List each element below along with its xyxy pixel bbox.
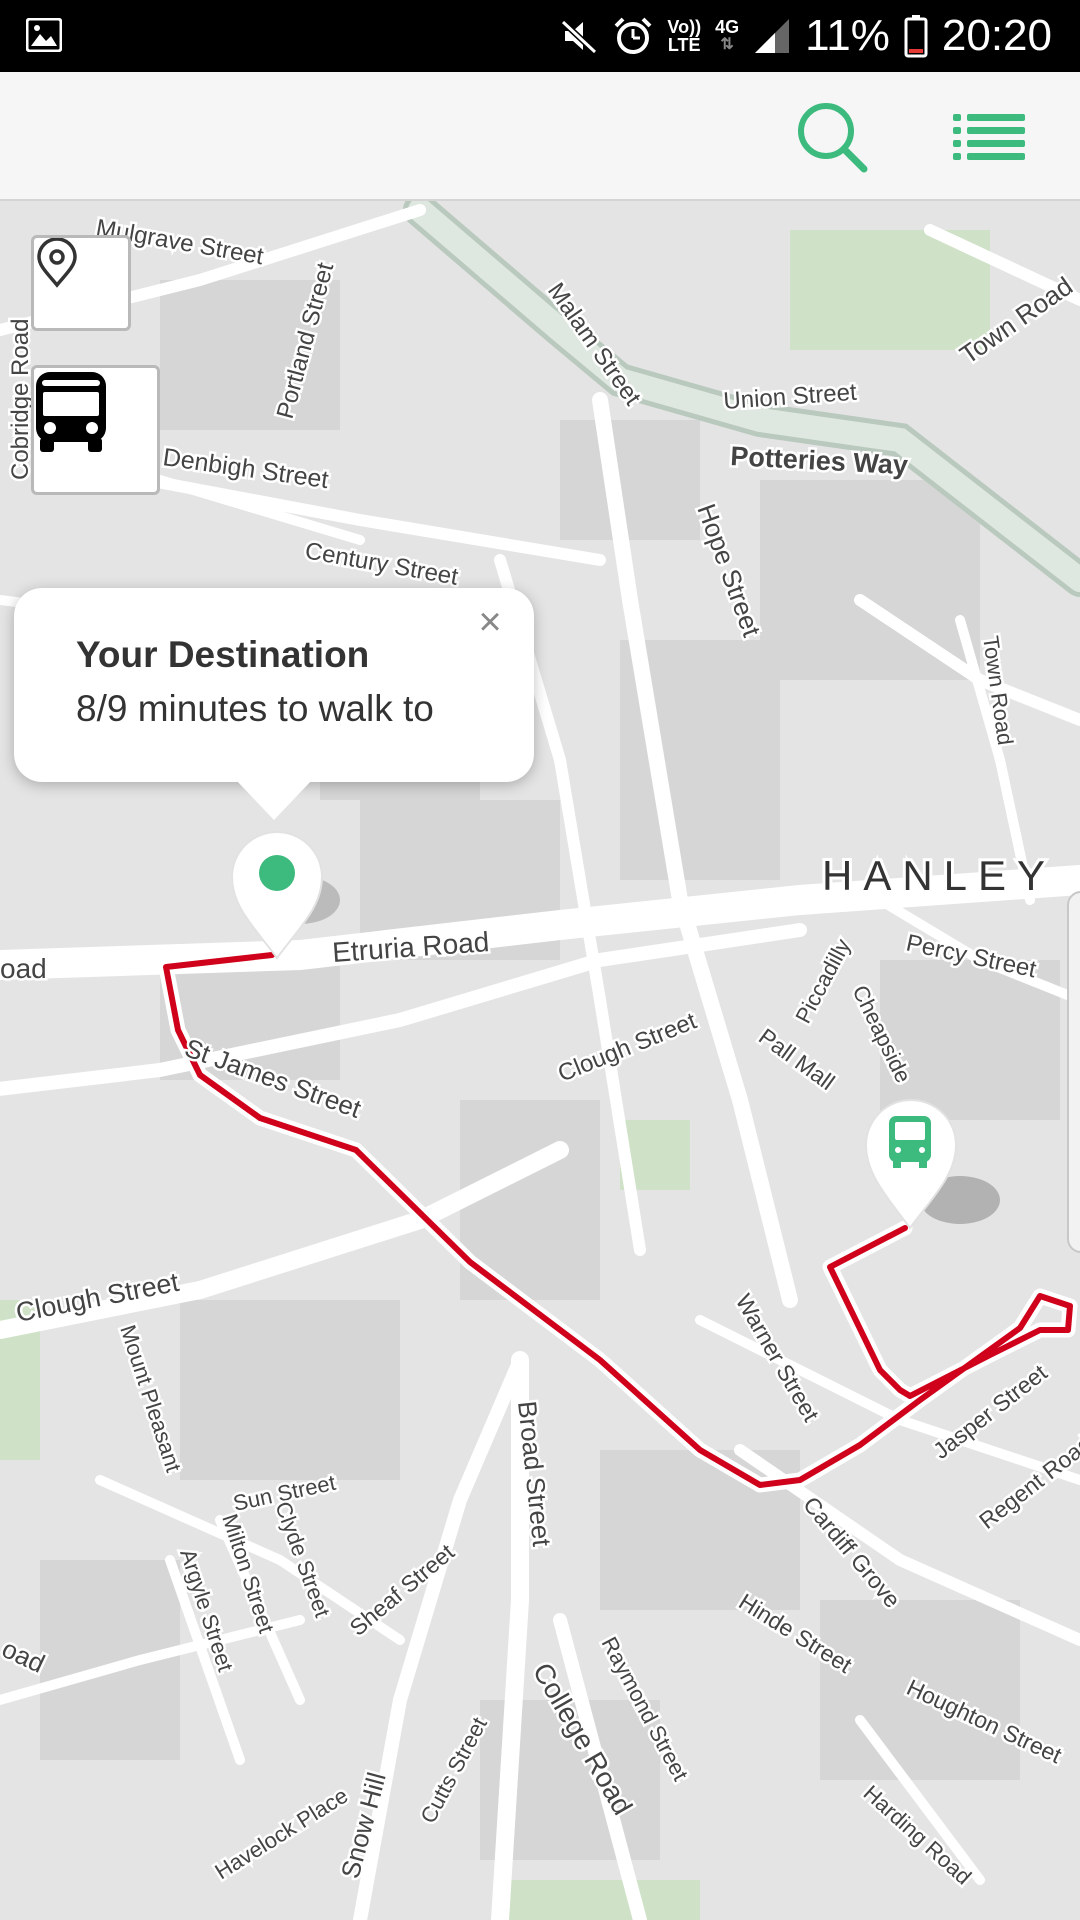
street-label: Etruria Road bbox=[331, 926, 490, 968]
street-label: oad bbox=[0, 953, 47, 984]
signal-icon bbox=[755, 19, 790, 53]
street-label: Pall Mall bbox=[754, 1023, 840, 1095]
battery-icon bbox=[904, 15, 928, 58]
status-bar: Vo)) LTE 4G ⇅ 11% 20:20 bbox=[0, 0, 1080, 72]
street-label: Havelock Place bbox=[210, 1783, 352, 1885]
network-4g-icon: 4G ⇅ bbox=[715, 17, 740, 53]
street-label: Piccadilly bbox=[790, 935, 855, 1028]
app-bar bbox=[0, 72, 1080, 201]
volte-icon: Vo)) LTE bbox=[667, 18, 701, 54]
district-label: HANLEY bbox=[822, 852, 1056, 899]
side-panel-handle[interactable] bbox=[1067, 891, 1080, 1253]
search-icon bbox=[798, 103, 868, 173]
search-button[interactable] bbox=[787, 92, 877, 182]
street-label: Clough Street bbox=[554, 1007, 700, 1087]
location-pin-icon bbox=[37, 238, 77, 288]
bus-mode-button[interactable] bbox=[31, 365, 160, 495]
volte-label-top: Vo)) bbox=[667, 17, 702, 37]
street-label: Union Street bbox=[723, 379, 858, 415]
street-label: Hope Street bbox=[691, 500, 767, 641]
locate-button[interactable] bbox=[31, 235, 131, 331]
close-popup-button[interactable]: × bbox=[468, 600, 512, 644]
map-view[interactable]: Mulgrave Street Cobridge Road Portland S… bbox=[0, 201, 1080, 1920]
street-label: Sheaf Street bbox=[345, 1538, 460, 1640]
street-label: Milton Street bbox=[217, 1511, 279, 1636]
popup-walk-time: 8/9 minutes to walk to bbox=[76, 688, 434, 729]
network-label: 4G bbox=[715, 17, 740, 37]
street-label: Century Street bbox=[303, 537, 460, 591]
street-label: Mount Pleasant bbox=[115, 1322, 186, 1475]
image-icon bbox=[26, 18, 62, 52]
bus-stop-icon bbox=[889, 1116, 931, 1168]
list-menu-button[interactable] bbox=[944, 92, 1034, 182]
destination-dot-icon bbox=[259, 855, 295, 891]
alarm-icon bbox=[614, 17, 652, 54]
mute-icon bbox=[561, 19, 598, 55]
map-canvas[interactable]: Mulgrave Street Cobridge Road Portland S… bbox=[0, 201, 1080, 1920]
destination-popup: × Your Destination 8/9 minutes to walk t… bbox=[14, 588, 534, 820]
clock: 20:20 bbox=[941, 11, 1052, 60]
volte-label-bottom: LTE bbox=[667, 35, 701, 55]
battery-percentage: 11% bbox=[805, 11, 890, 60]
street-label: Warner Street bbox=[731, 1290, 825, 1427]
popup-title: Your Destination bbox=[76, 634, 370, 675]
street-label: Cobridge Road bbox=[7, 319, 34, 480]
bus-icon bbox=[36, 372, 106, 452]
list-menu-icon bbox=[953, 114, 1025, 160]
